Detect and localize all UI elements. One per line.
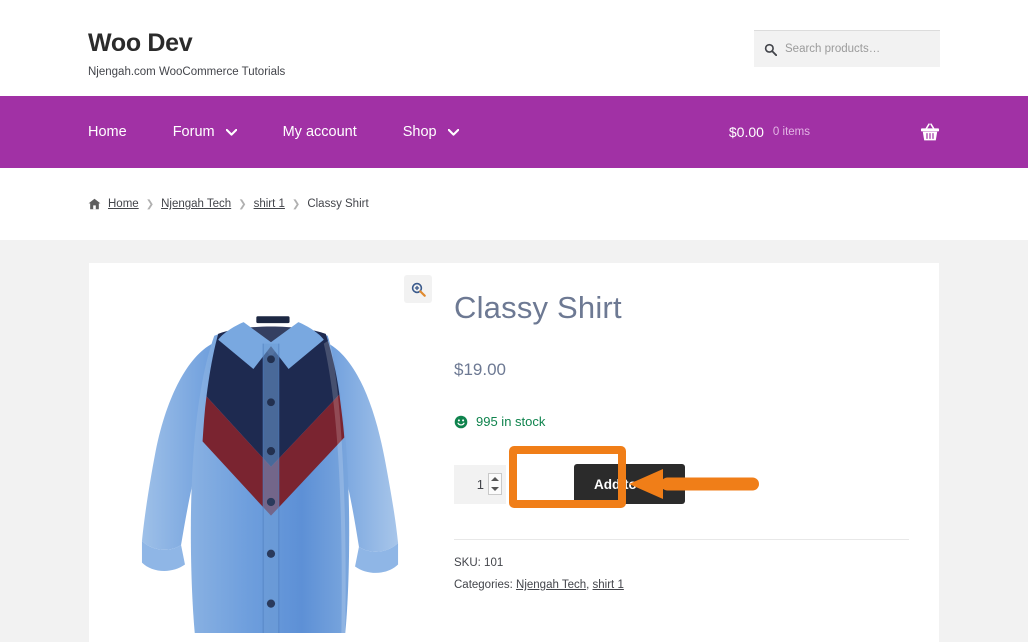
breadcrumb-separator: ❯ xyxy=(145,198,155,210)
product-price: $19.00 xyxy=(454,360,506,380)
sku-value: 101 xyxy=(484,557,504,570)
content-area: Classy Shirt $19.00 995 in stock 1 Add t… xyxy=(0,240,1028,642)
site-tagline: Njengah.com WooCommerce Tutorials xyxy=(88,65,286,78)
stock-status: 995 in stock xyxy=(454,414,909,429)
nav-item-home[interactable]: Home xyxy=(88,124,150,140)
shopping-basket-icon[interactable] xyxy=(920,122,940,142)
stock-status-label: 995 in stock xyxy=(476,414,546,430)
nav-menu: Home Forum My account Shop xyxy=(88,124,482,140)
nav-item-shop[interactable]: Shop xyxy=(380,124,482,140)
nav-label: Forum xyxy=(172,124,215,140)
product-sku: SKU: 101 xyxy=(454,557,909,569)
sku-label: SKU: xyxy=(454,557,481,570)
breadcrumb-item-shirt-1[interactable]: shirt 1 xyxy=(254,198,285,210)
nav-item-my-account[interactable]: My account xyxy=(260,124,380,140)
site-branding[interactable]: Woo Dev Njengah.com WooCommerce Tutorial… xyxy=(88,29,286,78)
cart-item-count: 0 items xyxy=(772,126,810,138)
home-icon[interactable] xyxy=(88,198,101,210)
green-smiley-icon xyxy=(454,415,468,428)
breadcrumb-item-current: Classy Shirt xyxy=(307,198,369,210)
product-categories: Categories: Njengah Tech, shirt 1 xyxy=(454,579,909,591)
product-meta: SKU: 101 Categories: Njengah Tech, shirt… xyxy=(454,539,909,591)
product-title: Classy Shirt xyxy=(454,290,622,325)
nav-label: Home xyxy=(88,124,127,140)
site-header: Woo Dev Njengah.com WooCommerce Tutorial… xyxy=(0,0,1028,96)
category-link-shirt-1[interactable]: shirt 1 xyxy=(593,579,624,591)
quantity-value: 1 xyxy=(476,476,484,492)
search-input[interactable] xyxy=(785,43,930,55)
zoom-in-icon[interactable] xyxy=(404,275,432,303)
product-card: Classy Shirt $19.00 995 in stock 1 Add t… xyxy=(89,263,939,642)
category-link-njengah-tech[interactable]: Njengah Tech xyxy=(516,579,586,591)
site-title: Woo Dev xyxy=(88,29,193,57)
spinner-up-icon[interactable] xyxy=(491,477,499,482)
zoom-in-glyph xyxy=(411,282,426,297)
breadcrumb-separator: ❯ xyxy=(291,198,301,210)
product-gallery xyxy=(89,263,444,642)
search-icon xyxy=(764,43,777,56)
chevron-down-icon xyxy=(447,128,459,136)
categories-label: Categories: xyxy=(454,579,513,592)
quantity-stepper[interactable]: 1 xyxy=(454,464,506,504)
primary-navigation: Home Forum My account Shop $0.00 0 items xyxy=(0,96,1028,168)
nav-item-forum[interactable]: Forum xyxy=(150,124,260,140)
add-to-cart-form: 1 Add to cart xyxy=(454,446,909,509)
cart-total-amount: $0.00 xyxy=(728,124,764,140)
breadcrumb-bar: Home ❯ Njengah Tech ❯ shirt 1 ❯ Classy S… xyxy=(0,168,1028,240)
nav-label: Shop xyxy=(402,124,437,140)
product-summary: Classy Shirt $19.00 995 in stock 1 Add t… xyxy=(444,263,939,642)
product-image[interactable] xyxy=(97,271,444,642)
nav-label: My account xyxy=(282,124,357,140)
breadcrumb-item-njengah-tech[interactable]: Njengah Tech xyxy=(161,198,231,210)
breadcrumb-item-home[interactable]: Home xyxy=(108,198,139,210)
breadcrumb: Home ❯ Njengah Tech ❯ shirt 1 ❯ Classy S… xyxy=(88,198,369,210)
product-search-form[interactable] xyxy=(754,30,940,67)
add-to-cart-button[interactable]: Add to cart xyxy=(574,464,686,505)
quantity-spinner[interactable] xyxy=(488,473,502,496)
chevron-down-icon xyxy=(225,128,237,136)
spinner-down-icon[interactable] xyxy=(491,487,499,492)
cart-summary[interactable]: $0.00 0 items xyxy=(729,96,940,168)
breadcrumb-separator: ❯ xyxy=(238,198,247,210)
